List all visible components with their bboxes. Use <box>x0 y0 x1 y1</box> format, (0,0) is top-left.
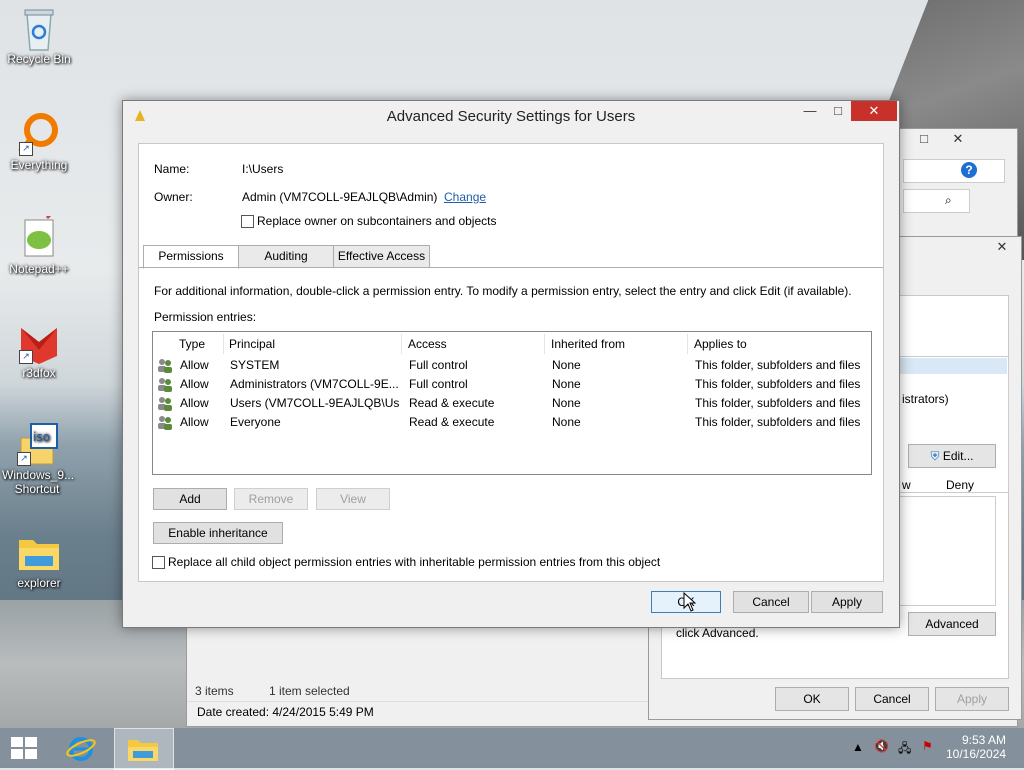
everything-search-icon: ↗ <box>17 112 61 156</box>
table-row[interactable]: Allow Administrators (VM7COLL-9E... Full… <box>153 375 871 394</box>
column-header-access[interactable]: Access <box>403 334 545 354</box>
permission-entries-list[interactable]: Type Principal Access Inherited from App… <box>152 331 872 475</box>
view-button[interactable]: View <box>316 488 390 510</box>
name-value: I:\Users <box>242 162 284 176</box>
windows-logo-icon <box>11 737 37 759</box>
users-group-icon <box>158 416 172 430</box>
folder-icon <box>128 740 158 761</box>
address-dropdown[interactable] <box>903 159 1005 183</box>
owner-value: Admin (VM7COLL-9EAJLQB\Admin) <box>242 190 438 204</box>
table-row[interactable]: Allow SYSTEM Full control None This fold… <box>153 356 871 375</box>
tab-auditing[interactable]: Auditing <box>238 245 334 268</box>
desktop-icon-r3dfox[interactable]: ↗ r3dfox <box>4 320 74 380</box>
desktop-icon-label: r3dfox <box>22 366 56 380</box>
advanced-button[interactable]: Advanced <box>908 612 996 636</box>
notepadpp-icon <box>17 204 61 260</box>
iso-file-icon: iso ↗ <box>15 422 59 466</box>
advanced-security-settings-dialog[interactable]: Advanced Security Settings for Users — □… <box>122 100 900 628</box>
minimize-button[interactable]: — <box>795 101 825 121</box>
date-created: Date created: 4/24/2015 5:49 PM <box>197 705 374 719</box>
users-group-icon <box>158 359 172 373</box>
mouse-cursor-icon <box>683 592 697 612</box>
replace-child-permissions-label: Replace all child object permission entr… <box>168 555 661 569</box>
desktop-icon-label: Recycle Bin <box>7 52 71 66</box>
taskbar: ▲ 🔇 🖧 ⚑ 9:53 AM 10/16/2024 <box>0 728 1024 770</box>
owner-label: Owner: <box>154 190 193 204</box>
shortcut-arrow-icon: ↗ <box>17 452 31 466</box>
maximize-button[interactable]: □ <box>909 129 939 149</box>
folder-icon <box>17 530 61 574</box>
close-button[interactable]: ✕ <box>851 101 897 121</box>
cancel-button[interactable]: Cancel <box>855 687 929 711</box>
table-row[interactable]: Allow Everyone Read & execute None This … <box>153 413 871 432</box>
action-center-icon[interactable]: ⚑ <box>922 739 933 753</box>
desktop-icon-explorer[interactable]: explorer <box>4 530 74 590</box>
desktop-icon-everything[interactable]: ↗ Everything <box>4 112 74 172</box>
dialog-title: Advanced Security Settings for Users <box>386 108 636 125</box>
replace-owner-label: Replace owner on subcontainers and objec… <box>257 214 497 228</box>
change-owner-link[interactable]: Change <box>444 190 486 204</box>
table-row[interactable]: Allow Users (VM7COLL-9EAJLQB\Us... Read … <box>153 394 871 413</box>
settings-panel: Name: I:\Users Owner: Admin (VM7COLL-9EA… <box>138 143 884 582</box>
tab-permissions[interactable]: Permissions <box>143 245 239 269</box>
taskbar-internet-explorer[interactable] <box>56 728 106 768</box>
volume-muted-icon[interactable]: 🔇 <box>874 739 889 753</box>
recycle-bin-icon <box>17 6 61 51</box>
users-group-icon <box>158 378 172 392</box>
search-icon[interactable]: ⌕ <box>945 193 952 208</box>
apply-button[interactable]: Apply <box>811 591 883 613</box>
search-input[interactable] <box>903 189 970 213</box>
status-item-count: 3 items <box>195 684 234 698</box>
users-group-icon <box>158 397 172 411</box>
column-header-type[interactable]: Type <box>174 334 224 354</box>
column-header-inherited-from[interactable]: Inherited from <box>546 334 688 354</box>
edit-button[interactable]: ⛨ Edit... <box>908 444 996 468</box>
ok-button[interactable]: OK <box>775 687 849 711</box>
r3dfox-icon: ↗ <box>17 320 61 364</box>
clock-time: 9:53 AM <box>961 733 1006 747</box>
help-icon[interactable]: ? <box>961 162 977 178</box>
clock-date: 10/16/2024 <box>946 747 1007 761</box>
shortcut-arrow-icon: ↗ <box>19 350 33 364</box>
permission-entries-label: Permission entries: <box>154 310 257 324</box>
desktop-icon-recycle-bin[interactable]: Recycle Bin <box>4 6 74 66</box>
close-button[interactable]: ✕ <box>987 237 1017 257</box>
desktop-icon-windows-iso[interactable]: iso ↗ Windows_9... Shortcut <box>2 422 75 496</box>
clock[interactable]: 9:53 AM 10/16/2024 <box>946 733 1006 761</box>
taskbar-file-explorer[interactable] <box>114 728 174 770</box>
desktop-icon-label: Notepad++ <box>9 262 69 276</box>
maximize-button[interactable]: □ <box>823 101 853 121</box>
info-text: For additional information, double-click… <box>154 284 852 298</box>
column-header-applies-to[interactable]: Applies to <box>689 334 864 354</box>
status-selected-count: 1 item selected <box>269 684 350 698</box>
apply-button[interactable]: Apply <box>935 687 1009 711</box>
enable-inheritance-button[interactable]: Enable inheritance <box>153 522 283 544</box>
network-icon[interactable]: 🖧 <box>898 739 911 760</box>
name-label: Name: <box>154 162 190 176</box>
shortcut-arrow-icon: ↗ <box>19 142 33 156</box>
internet-explorer-icon <box>66 737 96 761</box>
desktop-icon-notepadpp[interactable]: Notepad++ <box>4 204 74 276</box>
show-hidden-icons-arrow[interactable]: ▲ <box>852 740 864 754</box>
shield-icon: ⛨ <box>930 449 943 463</box>
desktop-icon-label: Everything <box>10 158 68 172</box>
start-button[interactable] <box>0 728 50 768</box>
replace-child-permissions-checkbox[interactable] <box>152 556 165 569</box>
column-header-principal[interactable]: Principal <box>224 334 402 354</box>
cancel-button[interactable]: Cancel <box>733 591 809 613</box>
tab-effective-access[interactable]: Effective Access <box>333 245 430 268</box>
svg-text:iso: iso <box>33 430 50 444</box>
permissions-list[interactable] <box>898 496 996 606</box>
close-button[interactable]: ✕ <box>943 129 973 149</box>
desktop-icon-label: explorer <box>17 576 61 590</box>
desktop-icon-label: Windows_9... Shortcut <box>2 468 75 496</box>
title-bar[interactable]: Advanced Security Settings for Users — □… <box>123 101 899 131</box>
replace-owner-checkbox[interactable] <box>241 215 254 228</box>
remove-button[interactable]: Remove <box>234 488 308 510</box>
add-button[interactable]: Add <box>153 488 227 510</box>
